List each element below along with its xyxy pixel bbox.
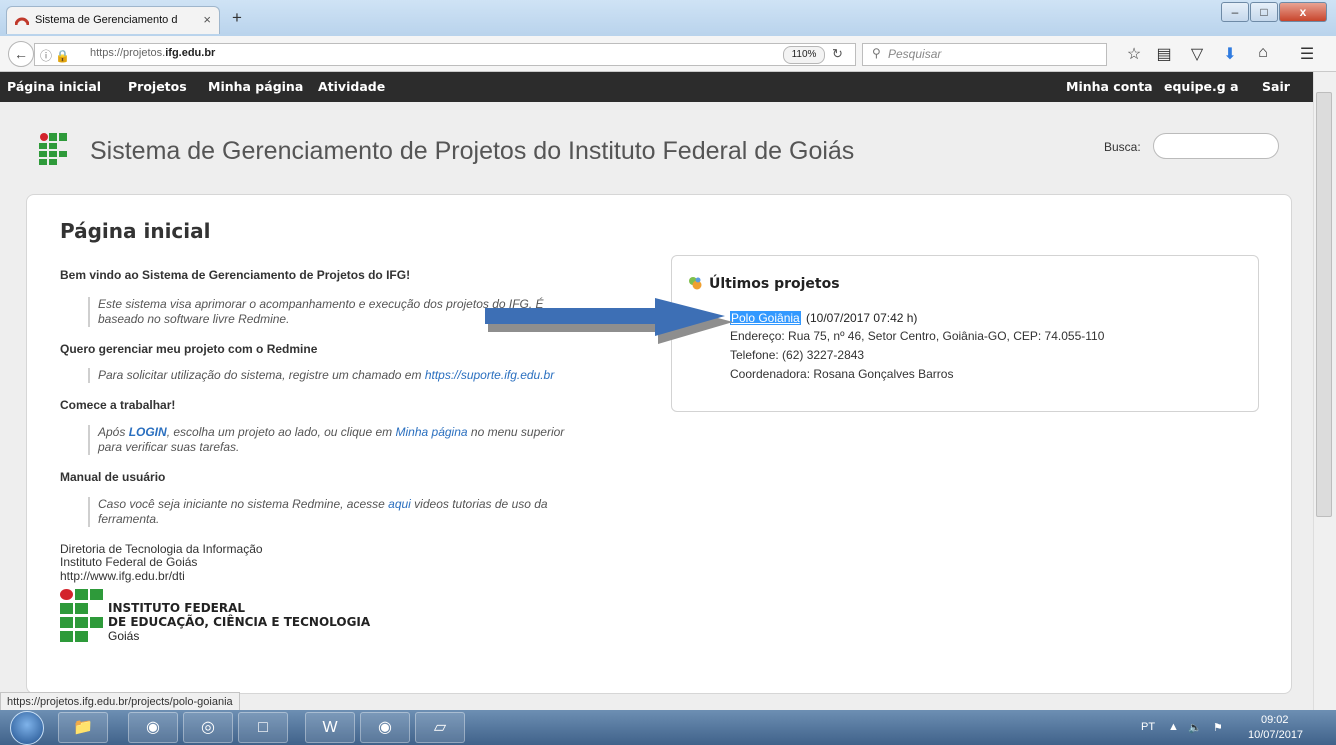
login-link[interactable]: LOGIN <box>129 425 167 439</box>
manual-link[interactable]: aqui <box>388 497 411 511</box>
annotation-arrow-icon <box>485 298 733 344</box>
menu-icon[interactable]: ☰ <box>1296 44 1318 64</box>
start-text-c: no menu superior <box>467 425 565 439</box>
nav-logout[interactable]: Sair <box>1262 79 1290 94</box>
nav-user[interactable]: equipe.g a <box>1164 79 1239 94</box>
dti-link[interactable]: http://www.ifg.edu.br/dti <box>60 569 185 583</box>
maximize-button[interactable]: □ <box>1250 2 1278 22</box>
home-icon[interactable]: ⌂ <box>1252 44 1274 62</box>
project-link[interactable]: Polo Goiânia <box>730 311 801 325</box>
nav-projects[interactable]: Projetos <box>128 79 187 94</box>
welcome-heading: Bem vindo ao Sistema de Gerenciamento de… <box>60 268 411 282</box>
project-date: (10/07/2017 07:42 h) <box>806 311 918 325</box>
clock-date[interactable]: 10/07/2017 <box>1248 729 1303 741</box>
site-info-icon[interactable]: ⓘ 🔒 <box>40 47 70 64</box>
word-icon[interactable]: W <box>305 712 355 743</box>
safari-icon[interactable]: ◉ <box>128 712 178 743</box>
site-search-input[interactable] <box>1153 133 1279 159</box>
manage-heading: Quero gerenciar meu projeto com o Redmin… <box>60 342 318 356</box>
support-link[interactable]: https://suporte.ifg.edu.br <box>425 368 554 382</box>
manual-text-a: Caso você seja iniciante no sistema Redm… <box>98 497 389 511</box>
new-tab-button[interactable]: + <box>226 8 248 28</box>
explorer-icon[interactable]: 📁 <box>58 712 108 743</box>
reader-list-icon[interactable]: ▤ <box>1153 44 1175 64</box>
language-indicator[interactable]: PT <box>1141 721 1155 733</box>
logo-red-circle-icon <box>60 589 73 600</box>
search-placeholder: Pesquisar <box>888 47 942 61</box>
manual-text-b: videos tutorias de uso da <box>410 497 548 511</box>
project-coordinator: Coordenadora: Rosana Gonçalves Barros <box>730 367 954 381</box>
minimize-button[interactable]: – <box>1221 2 1249 22</box>
start-button[interactable] <box>10 711 44 745</box>
firefox-icon[interactable]: ◉ <box>360 712 410 743</box>
manage-text: Para solicitar utilização do sistema, re… <box>98 368 425 382</box>
search-icon: ⚲ <box>872 46 881 60</box>
latest-projects-title: Últimos projetos <box>709 276 840 292</box>
window-close-button[interactable]: x <box>1279 2 1327 22</box>
download-icon[interactable]: ⬇ <box>1219 44 1241 64</box>
projects-icon <box>689 277 702 290</box>
manage-quote: Para solicitar utilização do sistema, re… <box>88 368 628 383</box>
tab-title: Sistema de Gerenciamento d <box>35 14 178 26</box>
start-text-b: , escolha um projeto ao lado, ou clique … <box>166 425 396 439</box>
volume-icon[interactable]: 🔈 <box>1188 721 1202 734</box>
flag-icon[interactable]: ⚑ <box>1213 721 1223 734</box>
redmine-favicon-icon <box>15 17 29 26</box>
url-text: https://projetos.ifg.edu.br <box>90 47 216 59</box>
start-heading: Comece a trabalhar! <box>60 398 176 412</box>
bookmark-star-icon[interactable]: ☆ <box>1123 44 1145 64</box>
manual-text-2: ferramenta. <box>98 512 160 526</box>
my-page-link[interactable]: Minha página <box>396 425 468 439</box>
nav-my-account[interactable]: Minha conta <box>1066 79 1153 94</box>
footer-dept: Diretoria de Tecnologia da Informação <box>60 542 263 556</box>
ifg-institution-logo: INSTITUTO FEDERAL DE EDUCAÇÃO, CIÊNCIA E… <box>60 587 370 645</box>
org-name-line1: INSTITUTO FEDERAL <box>108 601 246 615</box>
start-text-2: para verificar suas tarefas. <box>98 440 240 454</box>
status-url: https://projetos.ifg.edu.br/projects/pol… <box>0 692 240 712</box>
search-label: Busca: <box>1104 140 1141 154</box>
manual-quote: Caso você seja iniciante no sistema Redm… <box>88 497 618 527</box>
nav-activity[interactable]: Atividade <box>318 79 385 94</box>
zoom-level-button[interactable]: 110% <box>783 46 825 64</box>
chrome-icon[interactable]: ◎ <box>183 712 233 743</box>
back-button[interactable]: ← <box>8 41 34 67</box>
reload-icon[interactable]: ↻ <box>832 46 843 62</box>
clock-time[interactable]: 09:02 <box>1261 714 1289 726</box>
project-address: Endereço: Rua 75, nº 46, Setor Centro, G… <box>730 329 1105 343</box>
page-title: Página inicial <box>60 219 211 243</box>
org-name-line2: DE EDUCAÇÃO, CIÊNCIA E TECNOLOGIA <box>108 615 371 629</box>
browser-tab[interactable]: Sistema de Gerenciamento d × <box>6 6 220 34</box>
start-text-a: Após <box>98 425 129 439</box>
nav-home[interactable]: Página inicial <box>7 79 101 94</box>
org-name-line3: Goiás <box>108 629 140 643</box>
start-quote: Após LOGIN, escolha um projeto ao lado, … <box>88 425 628 455</box>
tray-arrow-icon[interactable]: ▲ <box>1168 721 1179 733</box>
site-title: Sistema de Gerenciamento de Projetos do … <box>90 137 855 165</box>
tab-close-icon[interactable]: × <box>203 12 211 27</box>
app-icon[interactable]: ▱ <box>415 712 465 743</box>
ifg-logo-icon <box>39 133 67 165</box>
project-phone: Telefone: (62) 3227-2843 <box>730 348 865 362</box>
manual-heading: Manual de usuário <box>60 470 166 484</box>
scrollbar-thumb[interactable] <box>1316 92 1332 517</box>
nav-my-page[interactable]: Minha página <box>208 79 303 94</box>
document-icon[interactable]: □ <box>238 712 288 743</box>
pocket-icon[interactable]: ▽ <box>1186 44 1208 64</box>
footer-institute: Instituto Federal de Goiás <box>60 555 198 569</box>
